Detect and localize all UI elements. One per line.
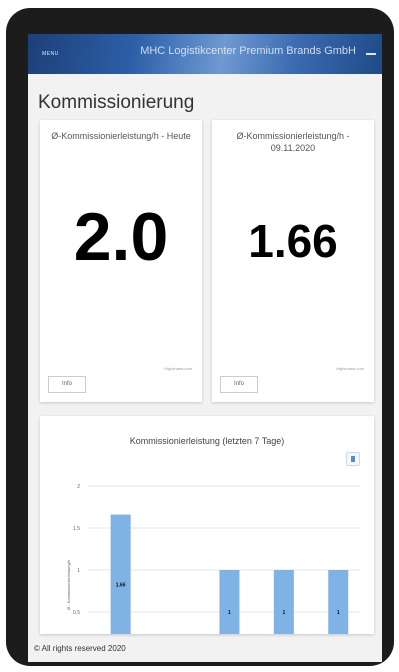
bar-data-label: 1 <box>282 610 285 616</box>
footer-copyright: © All rights reserved 2020 <box>34 644 126 653</box>
y-tick-label: 1 <box>77 568 80 574</box>
window-minimize-icon <box>366 53 376 55</box>
info-button-date[interactable]: Info <box>220 376 258 393</box>
app-screen: MENU MHC Logistikcenter Premium Brands G… <box>28 34 382 662</box>
bar-data-label: 1 <box>228 610 231 616</box>
company-name: MHC Logistikcenter Premium Brands GmbH <box>140 45 356 57</box>
kpi-label-date: Ø-Kommissionierleistung/h - 09.11.2020 <box>236 131 350 153</box>
y-tick-label: 2 <box>77 484 80 490</box>
bar-chart: 2 1.5 1 0.5 1.66 1 1 1 Ø - Kommissionierleistu… <box>66 484 360 634</box>
chart-credit: Highcharts.com <box>164 366 192 371</box>
header-banner: MENU MHC Logistikcenter Premium Brands G… <box>28 34 382 74</box>
bar-data-label: 1.66 <box>116 582 126 588</box>
bar[interactable] <box>219 570 240 634</box>
bar[interactable] <box>110 514 131 634</box>
info-button-today[interactable]: Info <box>48 376 86 393</box>
kpi-value-date: 1.66 <box>248 215 338 267</box>
y-axis-title: Ø - Kommissionierleistung/h <box>66 560 71 610</box>
kpi-card-today: Ø-Kommissionierleistung/h - Heute 2.0 Hi… <box>40 120 202 402</box>
bar[interactable] <box>328 570 349 634</box>
bar[interactable] <box>273 570 294 634</box>
page-title: Kommissionierung <box>38 92 195 113</box>
y-tick-label: 0.5 <box>73 610 80 616</box>
kpi-card-date: Ø-Kommissionierleistung/h - 09.11.2020 1… <box>212 120 374 402</box>
menu-button[interactable]: MENU <box>42 51 59 57</box>
chart-credit: Highcharts.com <box>336 366 364 371</box>
tablet-frame: MENU MHC Logistikcenter Premium Brands G… <box>6 8 394 666</box>
y-tick-label: 1.5 <box>73 526 80 532</box>
kpi-label-today: Ø-Kommissionierleistung/h - Heute <box>51 131 191 141</box>
bar-data-label: 1 <box>337 610 340 616</box>
chart-card: Kommissionierleistung (letzten 7 Tage) 2… <box>40 416 374 634</box>
kpi-value-today: 2.0 <box>73 199 169 275</box>
